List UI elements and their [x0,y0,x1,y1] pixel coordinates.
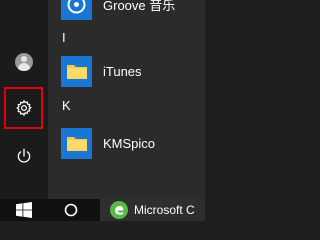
app-label: iTunes [103,63,142,79]
app-label: Groove 音乐 [103,0,176,13]
groove-icon [61,0,92,20]
app-label: KMSpico [103,135,156,151]
list-item-kmspico[interactable]: KMSpico [48,125,205,161]
start-menu-screen: Groove 音乐 I iTunes K KMSpico Microsoft C [0,0,205,221]
windows-logo-icon [16,202,32,218]
letter-header-k[interactable]: K [62,98,71,113]
settings-button[interactable] [0,88,48,128]
user-icon [15,53,33,71]
app-list: Groove 音乐 I iTunes K KMSpico [48,0,205,199]
power-button[interactable] [0,136,48,176]
power-icon [17,148,31,163]
cortana-button[interactable] [56,199,86,221]
letter-header-i[interactable]: I [62,30,66,45]
list-item-itunes[interactable]: iTunes [48,53,205,89]
gear-icon [16,99,32,117]
taskbar-app-microsoft-edge[interactable]: Microsoft C [100,199,205,221]
user-account-button[interactable] [0,42,48,82]
list-item-groove[interactable]: Groove 音乐 [48,0,205,22]
start-menu-rail [0,0,48,199]
folder-icon [61,127,92,159]
taskbar-app-label: Microsoft C [134,203,195,217]
start-button[interactable] [0,199,48,221]
folder-icon [61,55,92,87]
cortana-circle-icon [64,203,78,217]
edge-icon [110,201,128,219]
taskbar: Microsoft C [0,199,205,221]
